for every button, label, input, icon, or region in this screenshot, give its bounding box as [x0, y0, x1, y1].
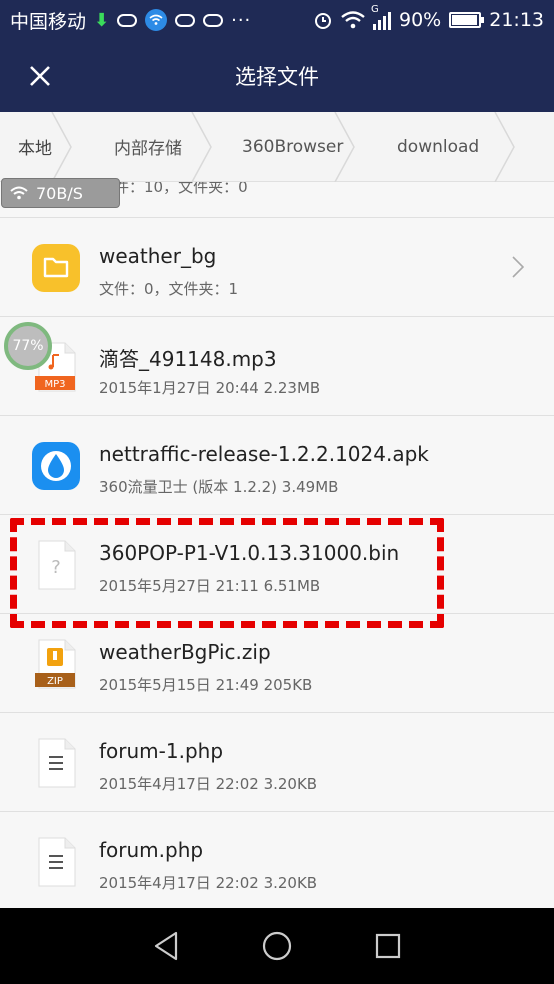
wifi-share-icon [145, 9, 168, 31]
back-button[interactable] [146, 926, 186, 966]
percent-label: 77% [12, 338, 44, 354]
network-speed-badge[interactable]: 70B/S [1, 178, 120, 208]
status-bar: 中国移动 ⬇ ··· G 90% 21:13 [0, 0, 554, 40]
clock: 21:13 [489, 9, 544, 31]
signal-icon: G [371, 4, 391, 30]
back-icon [154, 931, 177, 961]
recents-button[interactable] [368, 926, 408, 966]
file-name: 360POP-P1-V1.0.13.31000.bin [99, 541, 400, 565]
close-icon [30, 66, 50, 86]
carrier-label: 中国移动 [10, 10, 87, 33]
file-meta: 文件：0，文件夹：1 [99, 280, 239, 298]
cloud-icon [203, 13, 224, 27]
list-item[interactable]: MP3 滴答_491148.mp3 2015年1月27日 20:44 2.23M… [0, 317, 554, 416]
battery-percent: 90% [399, 9, 442, 31]
breadcrumb-item-internal-storage[interactable]: 内部存储 [72, 111, 212, 182]
wifi-icon [341, 11, 365, 29]
wifi-icon [10, 186, 28, 200]
page-title: 选择文件 [235, 65, 319, 89]
breadcrumb-label: 本地 [18, 139, 52, 159]
file-meta: 2015年4月17日 22:02 3.20KB [99, 874, 318, 892]
alarm-icon [315, 13, 331, 29]
file-name: 滴答_491148.mp3 [99, 347, 277, 371]
file-name: forum.php [99, 838, 204, 862]
list-item[interactable]: nettraffic-release-1.2.2.1024.apk 360流量卫… [0, 416, 554, 515]
breadcrumb-item-local[interactable]: 本地 [0, 111, 72, 182]
breadcrumb-item-download[interactable]: download [355, 111, 515, 182]
app-header: 选择文件 [0, 40, 554, 112]
battery-icon [449, 12, 485, 28]
file-name: weatherBgPic.zip [99, 640, 271, 664]
svg-text:ZIP: ZIP [47, 676, 63, 687]
breadcrumb-label: download [397, 136, 480, 157]
breadcrumb: 本地 内部存储 360Browser download [0, 111, 554, 182]
file-name: nettraffic-release-1.2.2.1024.apk [99, 442, 429, 466]
chevron-right-icon [51, 111, 72, 182]
svg-text:MP3: MP3 [44, 379, 65, 390]
close-button[interactable] [18, 54, 62, 98]
app-icon [31, 440, 81, 492]
folder-icon [31, 242, 81, 294]
file-name: weather_bg [99, 244, 217, 268]
chevron-right-icon [191, 111, 212, 182]
breadcrumb-label: 360Browser [242, 136, 344, 157]
breadcrumb-label: 内部存储 [114, 139, 182, 159]
list-item[interactable]: ? 360POP-P1-V1.0.13.31000.bin 2015年5月27日… [0, 515, 554, 614]
chevron-right-icon [512, 256, 524, 278]
cloud-icon [117, 13, 138, 27]
list-item[interactable]: forum-1.php 2015年4月17日 22:02 3.20KB [0, 713, 554, 812]
unknown-file-icon: ? [31, 539, 81, 591]
chevron-right-icon [334, 111, 355, 182]
list-item[interactable]: forum.php 2015年4月17日 22:02 3.20KB [0, 812, 554, 908]
file-meta: 2015年5月27日 21:11 6.51MB [99, 577, 321, 595]
home-button[interactable] [257, 926, 297, 966]
file-meta: 2015年1月27日 20:44 2.23MB [99, 379, 321, 397]
cloud-icon [175, 13, 196, 27]
recents-icon [376, 933, 401, 959]
file-meta: 2015年4月17日 22:02 3.20KB [99, 775, 318, 793]
text-file-icon [31, 836, 81, 888]
more-notifications-icon: ··· [231, 9, 252, 31]
file-meta: 2015年5月15日 21:49 205KB [99, 676, 313, 694]
file-list: 文件：10，文件夹：0 weather_bg 文件：0，文件夹：1 MP3 滴答… [0, 182, 554, 908]
memory-usage-ball[interactable]: 77% [4, 322, 52, 370]
list-item[interactable]: ZIP weatherBgPic.zip 2015年5月15日 21:49 20… [0, 614, 554, 713]
speed-label: 70B/S [36, 183, 83, 203]
download-icon: ⬇ [94, 9, 110, 31]
home-icon [262, 931, 292, 961]
chevron-right-icon [494, 111, 515, 182]
svg-text:?: ? [51, 557, 61, 578]
file-meta: 文件：10，文件夹：0 [99, 182, 248, 196]
file-name: forum-1.php [99, 739, 224, 763]
list-item[interactable]: weather_bg 文件：0，文件夹：1 [0, 218, 554, 317]
navigation-bar [0, 908, 554, 984]
text-file-icon [31, 737, 81, 789]
file-meta: 360流量卫士 (版本 1.2.2) 3.49MB [99, 478, 339, 496]
zip-icon: ZIP [31, 638, 81, 690]
breadcrumb-item-360browser[interactable]: 360Browser [212, 111, 355, 182]
